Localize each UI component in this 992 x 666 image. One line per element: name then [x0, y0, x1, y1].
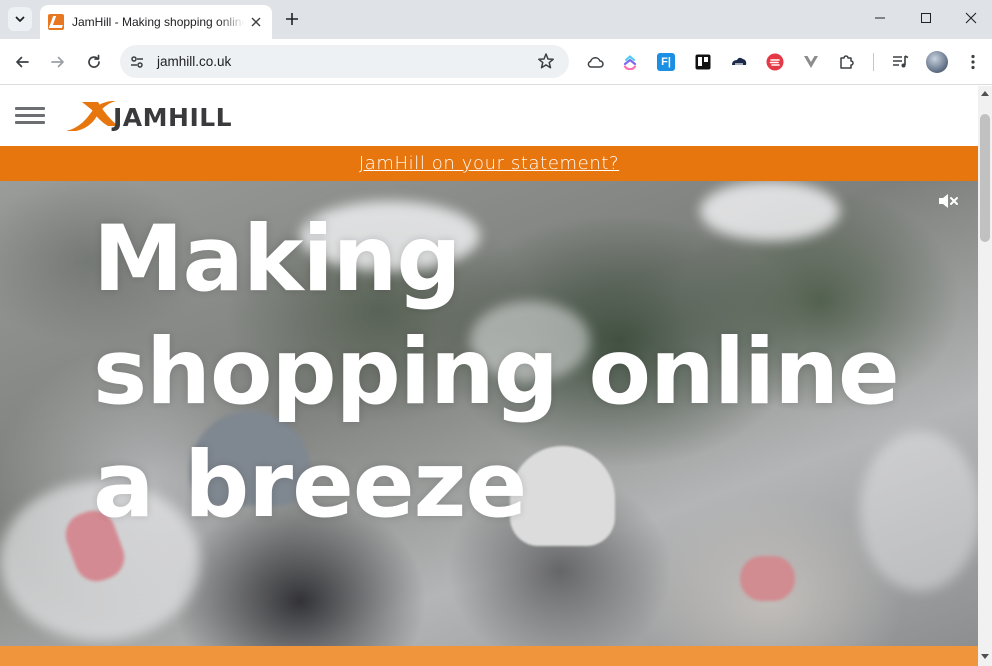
forward-button[interactable] [44, 48, 72, 76]
maximize-icon [921, 13, 931, 23]
cloud-car-icon [732, 57, 747, 65]
vivaldi-icon [804, 56, 818, 68]
tune-icon [131, 55, 143, 68]
toolbar-divider [873, 53, 874, 71]
logo-text: JAMHILL [111, 103, 232, 132]
scrollbar-thumb[interactable] [980, 114, 990, 242]
page-viewport: JAMHILL JamHill on your statement? Makin… [0, 86, 978, 666]
tab-close-button[interactable] [248, 14, 264, 30]
tab-title: JamHill - Making shopping online a breez… [72, 15, 244, 29]
address-bar[interactable]: jamhill.co.uk [120, 45, 569, 78]
red-badge-icon [766, 53, 784, 71]
site-info-button[interactable] [126, 51, 148, 73]
hamburger-line [15, 114, 45, 117]
tab-search-button[interactable] [8, 7, 32, 31]
cloud-car-extension[interactable] [729, 52, 749, 72]
red-extension[interactable] [765, 52, 785, 72]
media-control-button[interactable] [891, 52, 911, 72]
page-scrollbar[interactable] [978, 86, 992, 666]
hero-line-2: shopping online [93, 320, 900, 425]
bookmark-button[interactable] [537, 52, 555, 75]
statement-link[interactable]: JamHill on your statement? [359, 153, 619, 174]
profile-avatar-icon [926, 51, 948, 73]
close-window-button[interactable] [948, 0, 992, 36]
mute-button[interactable] [936, 189, 960, 213]
chevron-down-icon [15, 16, 25, 22]
star-icon [538, 53, 554, 69]
minimize-icon [875, 17, 885, 19]
minimize-button[interactable] [857, 0, 903, 36]
media-control-icon [893, 55, 909, 68]
muted-speaker-icon [939, 194, 958, 208]
back-button[interactable] [8, 48, 36, 76]
clickup-extension[interactable] [620, 52, 640, 72]
active-tab[interactable]: JamHill - Making shopping online a breez… [40, 5, 272, 39]
fi-label: F| [661, 56, 671, 68]
fi-extension[interactable]: F| [656, 52, 676, 72]
browser-toolbar: jamhill.co.uk F| [0, 39, 992, 85]
new-tab-button[interactable] [280, 7, 304, 31]
statement-banner: JamHill on your statement? [0, 146, 978, 181]
maximize-button[interactable] [903, 0, 949, 36]
hero-line-3: a breeze [93, 433, 527, 538]
hero-glove-right [740, 556, 795, 601]
more-menu-icon [971, 54, 975, 70]
forward-arrow-icon [51, 56, 64, 68]
plus-icon [286, 13, 298, 25]
profile-button[interactable] [926, 51, 948, 73]
next-section-strip [0, 646, 978, 666]
tab-strip: JamHill - Making shopping online a breez… [0, 0, 992, 39]
scroll-up-arrow-icon[interactable] [981, 91, 989, 96]
site-header: JAMHILL [0, 86, 978, 146]
trello-icon [695, 54, 711, 70]
hamburger-line [15, 121, 45, 124]
reload-button[interactable] [80, 48, 108, 76]
clickup-icon [623, 55, 637, 70]
cloud-icon [587, 57, 604, 68]
scroll-down-arrow-icon[interactable] [981, 654, 989, 659]
vivaldi-extension[interactable] [801, 52, 821, 72]
hamburger-menu-button[interactable] [15, 107, 45, 125]
extensions-button[interactable] [837, 52, 857, 72]
cloud-extension[interactable] [585, 52, 605, 72]
close-icon [965, 12, 977, 24]
fi-icon: F| [657, 53, 675, 71]
jamhill-logo[interactable]: JAMHILL [66, 98, 266, 137]
puzzle-icon [840, 55, 854, 69]
reload-icon [88, 54, 100, 68]
jamhill-favicon-icon [48, 14, 64, 30]
url-text[interactable]: jamhill.co.uk [157, 54, 231, 69]
back-arrow-icon [16, 56, 29, 68]
hero-line-1: Making [93, 207, 462, 312]
close-icon [251, 17, 261, 27]
chrome-menu-button[interactable] [963, 52, 983, 72]
hero-video: Making shopping online a breeze [0, 181, 978, 646]
trello-extension[interactable] [693, 52, 713, 72]
hero-heading: Making shopping online a breeze [93, 203, 900, 542]
hamburger-line [15, 107, 45, 110]
